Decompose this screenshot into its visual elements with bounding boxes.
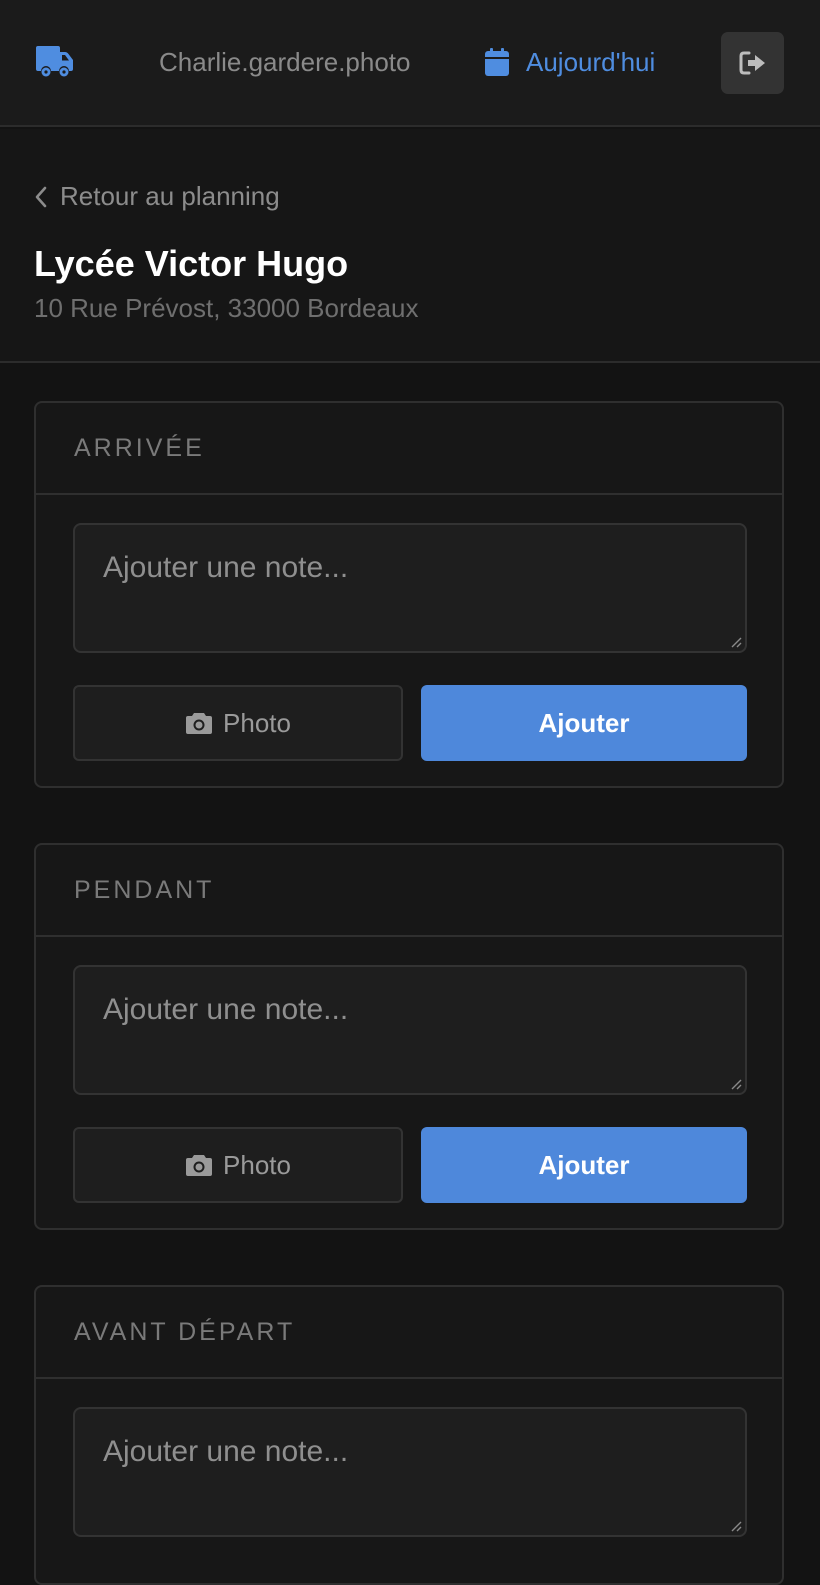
note-textarea[interactable]: Ajouter une note... xyxy=(73,965,747,1095)
resize-handle-icon[interactable] xyxy=(730,1520,742,1532)
truck-icon[interactable] xyxy=(34,44,74,78)
camera-icon xyxy=(186,1155,213,1176)
photo-button[interactable]: Photo xyxy=(73,1127,403,1203)
note-textarea[interactable]: Ajouter une note... xyxy=(73,523,747,653)
section-title: AVANT DÉPART xyxy=(74,1317,296,1346)
note-placeholder: Ajouter une note... xyxy=(103,993,349,1026)
calendar-icon xyxy=(485,48,509,76)
today-label: Aujourd'hui xyxy=(526,46,656,77)
section-arrivee: ARRIVÉE Ajouter une note... Photo Ajoute… xyxy=(34,401,784,788)
add-button[interactable]: Ajouter xyxy=(421,1127,747,1203)
add-button[interactable]: Ajouter xyxy=(421,685,747,761)
back-label: Retour au planning xyxy=(60,181,280,211)
section-header: AVANT DÉPART xyxy=(36,1287,782,1379)
section-avant-depart: AVANT DÉPART Ajouter une note... xyxy=(34,1285,784,1585)
photo-button[interactable]: Photo xyxy=(73,685,403,761)
section-title: ARRIVÉE xyxy=(74,433,205,462)
page-title: Lycée Victor Hugo xyxy=(34,243,349,284)
photo-label: Photo xyxy=(223,1149,291,1180)
today-link[interactable]: Aujourd'hui xyxy=(484,44,655,80)
section-header: PENDANT xyxy=(36,845,782,937)
logout-icon xyxy=(739,51,765,75)
venue-address: 10 Rue Prévost, 33000 Bordeaux xyxy=(34,293,419,323)
chevron-left-icon xyxy=(35,186,47,207)
section-pendant: PENDANT Ajouter une note... Photo Ajoute… xyxy=(34,843,784,1230)
section-title: PENDANT xyxy=(74,875,215,904)
back-link[interactable]: Retour au planning xyxy=(34,181,280,212)
note-placeholder: Ajouter une note... xyxy=(103,1435,349,1468)
top-bar: Charlie.gardere.photo Aujourd'hui xyxy=(0,0,820,127)
section-header: ARRIVÉE xyxy=(36,403,782,495)
resize-handle-icon[interactable] xyxy=(730,636,742,648)
photo-label: Photo xyxy=(223,707,291,738)
logout-button[interactable] xyxy=(721,32,784,94)
resize-handle-icon[interactable] xyxy=(730,1078,742,1090)
venue-header: Retour au planning Lycée Victor Hugo 10 … xyxy=(0,129,820,363)
username: Charlie.gardere.photo xyxy=(159,47,411,77)
camera-icon xyxy=(186,713,213,734)
note-textarea[interactable]: Ajouter une note... xyxy=(73,1407,747,1537)
note-placeholder: Ajouter une note... xyxy=(103,551,349,584)
